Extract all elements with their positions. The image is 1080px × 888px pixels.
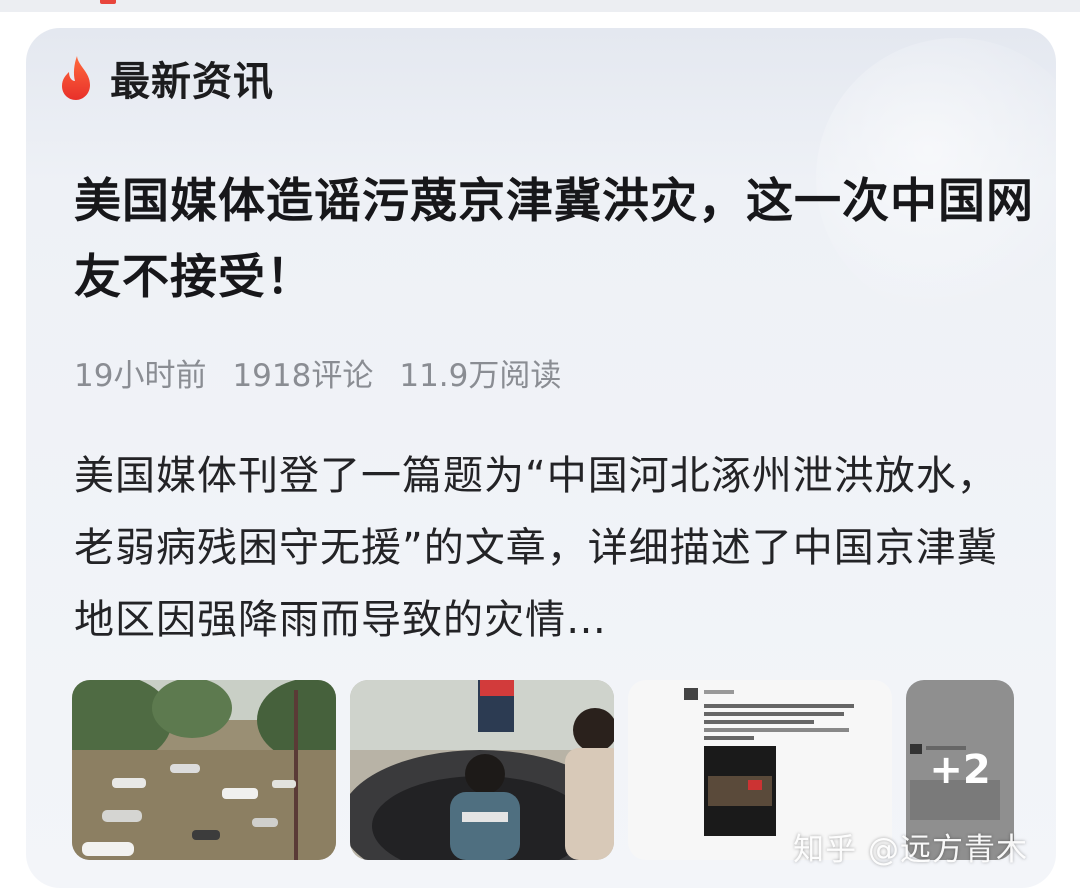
rescue-boat-photo[interactable] (350, 680, 614, 860)
flame-icon (62, 56, 90, 100)
watermark-text: 知乎 @远方青木 (793, 832, 1028, 868)
article-summary[interactable]: 美国媒体刊登了一篇题为“中国河北涿州泄洪放水，老弱病残困守无援”的文章，详细描述… (74, 440, 1024, 656)
section-title: 最新资讯 (110, 59, 274, 105)
flooded-street-photo[interactable] (72, 680, 336, 860)
top-bar-edge (0, 0, 1080, 12)
article-headline[interactable]: 美国媒体造谣污蔑京津冀洪灾，这一次中国网友不接受！ (74, 164, 1034, 316)
comment-count: 1918评论 (232, 358, 374, 394)
read-count: 11.9万阅读 (399, 358, 562, 394)
accent-mark (100, 0, 116, 4)
section-header: 最新资讯 (56, 50, 274, 106)
publish-time: 19小时前 (74, 358, 207, 394)
news-card[interactable]: 最新资讯 美国媒体造谣污蔑京津冀洪灾，这一次中国网友不接受！ 19小时前 191… (26, 28, 1056, 888)
article-meta: 19小时前 1918评论 11.9万阅读 (74, 350, 561, 395)
